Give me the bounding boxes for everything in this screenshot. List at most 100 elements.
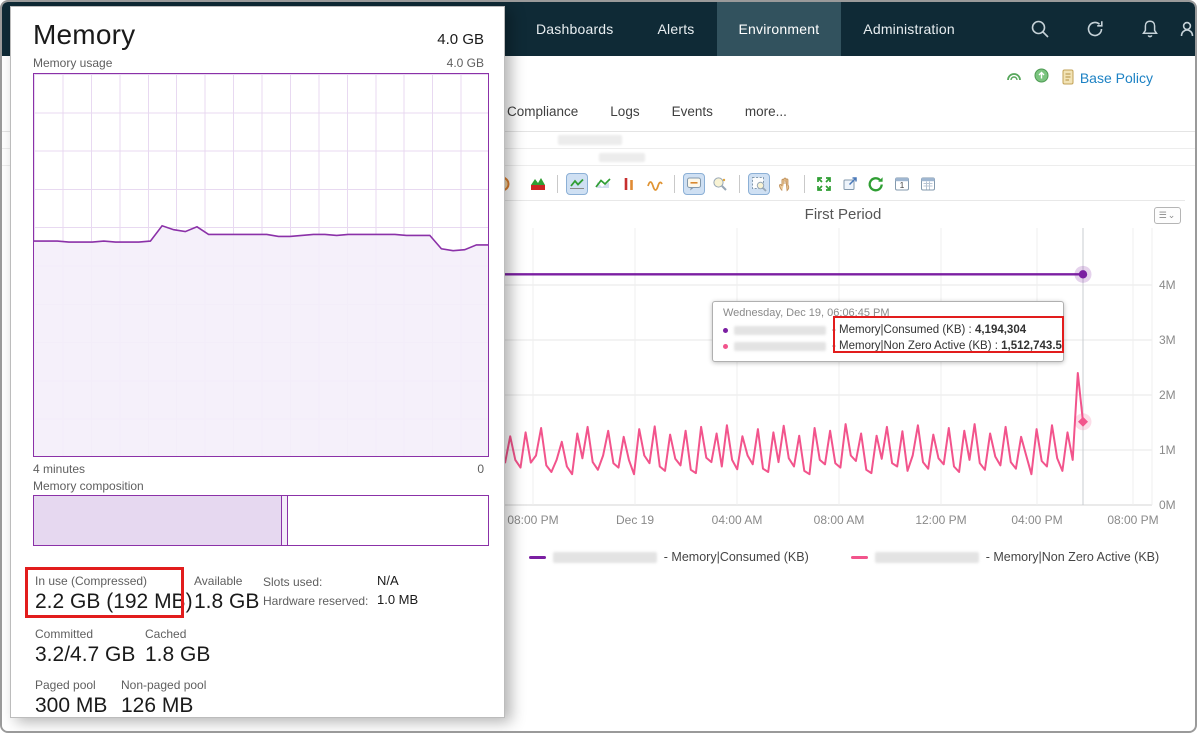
nonpaged-pool-value: 126 MB (121, 694, 194, 717)
redacted-entity-name (734, 325, 826, 335)
bell-icon[interactable] (1122, 18, 1177, 40)
consumed-value: 4,194,304 (974, 324, 1027, 336)
tooltip-timestamp: Wednesday, Dec 19, 06:06:45 PM (723, 307, 890, 319)
nav-item-alerts[interactable]: Alerts (636, 2, 717, 56)
series-dot-consumed (723, 327, 728, 333)
redacted-entity-name (734, 341, 826, 351)
legend-item[interactable]: - Memory|Non Zero Active (KB) (850, 550, 1160, 564)
y-tick-label: 4M (1159, 278, 1176, 292)
legend-item[interactable]: - Memory|Consumed (KB) (528, 550, 809, 564)
legend-label: - Memory|Consumed (KB) (663, 550, 809, 564)
paged-pool-label: Paged pool (35, 678, 96, 692)
top-nav-items: Dashboards Alerts Environment Administratio… (514, 2, 977, 56)
rainbow-arc-icon[interactable] (1006, 69, 1022, 87)
in-use-label: In use (Compressed) (35, 574, 148, 588)
x-tick-label: 12:00 PM (915, 513, 967, 527)
cached-value: 1.8 GB (145, 643, 211, 666)
redacted-text (558, 135, 622, 145)
toolbar-separator (674, 175, 675, 193)
nonpaged-pool-label: Non-paged pool (121, 678, 207, 692)
usage-x-left: 4 minutes (33, 462, 86, 476)
metric-chart[interactable] (505, 217, 1195, 517)
expand-icon[interactable] (813, 173, 835, 195)
chart-legend: - Memory|Consumed (KB) - Memory|Non Zero … (505, 550, 1183, 564)
x-tick-label: 04:00 PM (1011, 513, 1063, 527)
candle-chart-icon[interactable] (618, 173, 640, 195)
chart-toolbar: 1 (501, 169, 939, 199)
multi-chart-icon[interactable] (592, 173, 614, 195)
hardware-reserved-label: Hardware reserved: (263, 594, 369, 608)
tab-more[interactable]: more... (745, 104, 787, 119)
x-tick-label: 04:00 AM (711, 513, 763, 527)
legend-label: - Memory|Non Zero Active (KB) (985, 550, 1160, 564)
search-icon[interactable] (1012, 18, 1067, 40)
screenshot-frame: Dashboards Alerts Environment Administratio… (0, 0, 1197, 733)
legend-swatch (850, 555, 868, 559)
redacted-text (599, 153, 645, 162)
usage-chart-label: Memory usage (33, 56, 113, 70)
x-tick-label: Dec 19 (615, 513, 655, 527)
composition-label: Memory composition (33, 479, 144, 493)
status-circle-icon[interactable] (1034, 68, 1049, 88)
wave-chart-icon[interactable] (644, 173, 666, 195)
legend-swatch (528, 555, 546, 559)
policy-scroll-icon (1061, 69, 1075, 88)
line-chart-icon[interactable] (566, 173, 588, 195)
base-policy-label: Base Policy (1079, 70, 1153, 86)
top-nav-icons (1012, 2, 1195, 56)
x-tick-label: 08:00 PM (1107, 513, 1159, 527)
hardware-reserved-value: 1.0 MB (377, 592, 419, 607)
tab-events[interactable]: Events (672, 104, 713, 119)
toolbar-separator (804, 175, 805, 193)
memory-usage-chart (33, 73, 489, 457)
divider (505, 200, 1185, 201)
calendar-date-icon[interactable]: 1 (891, 173, 913, 195)
tooltip-row-active: - Memory|Non Zero Active (KB) : 1,512,74… (723, 338, 1062, 354)
export-icon[interactable] (839, 173, 861, 195)
toolbar-separator (557, 175, 558, 193)
redacted-entity-name (874, 551, 979, 563)
total-memory: 4.0 GB (437, 31, 484, 48)
svg-text:1: 1 (900, 180, 905, 190)
tab-logs[interactable]: Logs (610, 104, 639, 119)
committed-value: 3.2/4.7 GB (35, 643, 136, 666)
chart-tooltip: Wednesday, Dec 19, 06:06:45 PM - Memory|… (712, 301, 1064, 362)
x-tick-label: 08:00 AM (813, 513, 865, 527)
page-title: Memory (33, 19, 136, 50)
y-tick-label: 1M (1159, 443, 1176, 457)
in-use-value: 2.2 GB (192 MB) (35, 590, 193, 613)
series-dot-active (723, 343, 728, 349)
base-policy-link[interactable]: Base Policy (1061, 69, 1153, 88)
y-tick-label: 0M (1159, 498, 1176, 512)
nav-item-administration[interactable]: Administration (841, 2, 977, 56)
available-value: 1.8 GB (194, 590, 260, 613)
composition-free-segment (287, 496, 488, 545)
y-tick-label: 3M (1159, 333, 1176, 347)
memory-composition-bar[interactable] (33, 495, 489, 546)
committed-label: Committed (35, 627, 94, 641)
task-manager-window: Memory 4.0 GB Memory usage 4.0 GB 4 minu… (10, 6, 505, 718)
slots-used-value: N/A (377, 573, 399, 588)
nav-item-environment[interactable]: Environment (716, 2, 842, 56)
toolbar-separator (739, 175, 740, 193)
nav-item-dashboards[interactable]: Dashboards (514, 2, 636, 56)
user-icon[interactable] (1177, 18, 1195, 40)
slots-used-label: Slots used: (263, 575, 323, 589)
pan-hand-icon[interactable] (774, 173, 796, 195)
tooltip-bubble-icon[interactable] (683, 173, 705, 195)
active-value: 1,512,743.5 (1001, 340, 1062, 352)
y-tick-label: 2M (1159, 388, 1176, 402)
cached-label: Cached (145, 627, 187, 641)
zoom-icon[interactable] (709, 173, 731, 195)
tooltip-row-consumed: - Memory|Consumed (KB) : 4,194,304 (723, 322, 1053, 338)
area-chart-icon[interactable] (527, 173, 549, 195)
subheader-actions: Base Policy (1006, 68, 1153, 88)
usage-x-right: 0 (477, 462, 484, 476)
calendar-range-icon[interactable] (917, 173, 939, 195)
zoom-select-icon[interactable] (748, 173, 770, 195)
refresh-icon[interactable] (1067, 18, 1122, 40)
composition-in-use-segment (34, 496, 282, 545)
tab-compliance[interactable]: Compliance (507, 104, 578, 119)
refresh-chart-icon[interactable] (865, 173, 887, 195)
redacted-entity-name (552, 551, 657, 563)
